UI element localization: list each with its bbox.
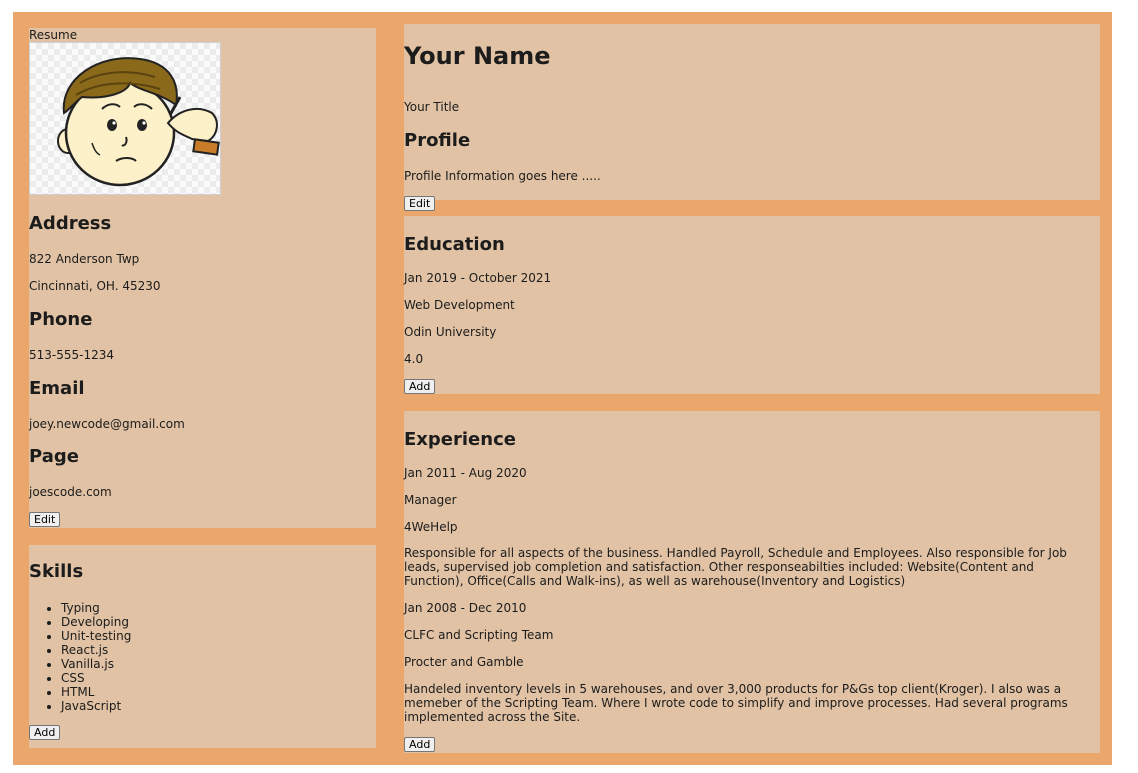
skills-add-button[interactable]: Add	[29, 725, 61, 740]
skill-item: Typing	[61, 601, 131, 615]
resume-container: Resume Address 822 Anderson Twp Cincinna…	[13, 12, 1112, 765]
education-add-button[interactable]: Add	[404, 379, 436, 394]
job-dates: Jan 2011 - Aug 2020	[404, 466, 527, 480]
experience-panel: Experience Jan 2011 - Aug 2020 Manager 4…	[404, 411, 1100, 753]
skills-panel: Skills Typing Developing Unit-testing Re…	[29, 545, 376, 748]
contact-edit-button[interactable]: Edit	[29, 512, 61, 527]
address-line1: 822 Anderson Twp	[29, 252, 140, 266]
contact-panel: Resume Address 822 Anderson Twp Cincinna…	[29, 28, 376, 528]
profile-info: Profile Information goes here .....	[404, 169, 601, 183]
job-role: CLFC and Scripting Team	[404, 628, 554, 642]
cartoon-boy-icon	[57, 57, 220, 187]
skill-item: Developing	[61, 615, 131, 629]
job-company: 4WeHelp	[404, 520, 458, 534]
resume-label: Resume	[29, 28, 78, 42]
skill-item: Vanilla.js	[61, 657, 131, 671]
page-heading: Page	[29, 446, 79, 467]
name-heading: Your Name	[404, 42, 551, 70]
skill-item: HTML	[61, 685, 131, 699]
profile-edit-button[interactable]: Edit	[404, 196, 436, 211]
profile-panel: Your Name Your Title Profile Profile Inf…	[404, 24, 1100, 211]
skill-item: JavaScript	[61, 699, 131, 713]
skills-heading: Skills	[29, 561, 84, 582]
experience-heading: Experience	[404, 429, 516, 450]
education-dates: Jan 2019 - October 2021	[404, 271, 552, 285]
education-school: Odin University	[404, 325, 497, 339]
job-company: Procter and Gamble	[404, 655, 524, 669]
skill-item: CSS	[61, 671, 131, 685]
address-heading: Address	[29, 213, 112, 234]
address-line2: Cincinnati, OH. 45230	[29, 279, 161, 293]
skill-item: React.js	[61, 643, 131, 657]
title-text: Your Title	[404, 100, 460, 114]
phone-value: 513-555-1234	[29, 348, 115, 362]
profile-photo	[29, 42, 221, 195]
phone-heading: Phone	[29, 309, 93, 330]
education-gpa: 4.0	[404, 352, 424, 366]
email-heading: Email	[29, 378, 85, 399]
experience-add-button[interactable]: Add	[404, 737, 436, 752]
education-heading: Education	[404, 234, 505, 255]
education-field: Web Development	[404, 298, 515, 312]
profile-heading: Profile	[404, 130, 471, 151]
job-description: Handeled inventory levels in 5 warehouse…	[404, 682, 1068, 724]
email-value: joey.newcode@gmail.com	[29, 417, 185, 431]
job-description: Responsible for all aspects of the busin…	[404, 546, 1067, 588]
education-panel: Education Jan 2019 - October 2021 Web De…	[404, 216, 1100, 394]
job-role: Manager	[404, 493, 457, 507]
page-value: joescode.com	[29, 485, 112, 499]
skills-list: Typing Developing Unit-testing React.js …	[29, 601, 131, 713]
job-dates: Jan 2008 - Dec 2010	[404, 601, 527, 615]
skill-item: Unit-testing	[61, 629, 131, 643]
